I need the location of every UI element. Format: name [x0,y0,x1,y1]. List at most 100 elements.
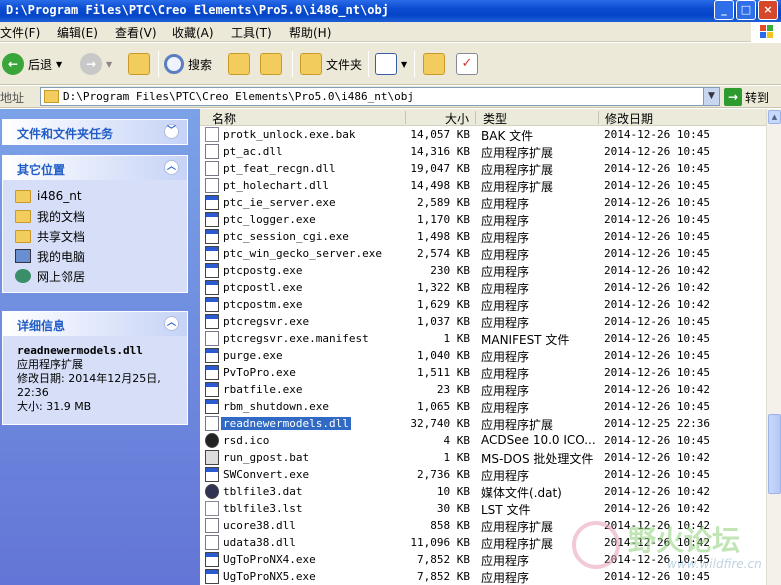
collapse-chevron-icon[interactable]: ︿ [164,316,179,331]
file-type: 应用程序 [481,265,530,279]
folder-options-button[interactable] [423,52,445,76]
file-row[interactable]: SWConvert.exe 2,736 KB 应用程序 2014-12-26 10:4… [200,466,766,483]
exe-file-icon [205,229,219,244]
column-size[interactable]: 大小 [445,110,469,127]
file-name: ptc_session_cgi.exe [223,230,349,243]
place-label: 我的文档 [37,209,86,224]
details-type: 应用程序扩展 [17,358,83,371]
collapse-chevron-icon[interactable]: ︿ [164,160,179,175]
file-row[interactable]: ptc_session_cgi.exe 1,498 KB 应用程序 2014-12-2… [200,228,766,245]
menu-help[interactable]: 帮助(H) [289,24,331,41]
go-button[interactable]: → 转到 [724,87,769,107]
expand-chevron-icon[interactable]: ﹀ [164,124,179,139]
address-path: D:\Program Files\PTC\Creo Elements\Pro5.… [63,90,414,103]
file-type: 应用程序 [481,282,530,296]
menu-view[interactable]: 查看(V) [115,24,157,41]
place-shared-documents[interactable]: 共享文档 [15,226,187,246]
file-row[interactable]: pt_ac.dll 14,316 KB 应用程序扩展 2014-12-26 10:45 [200,143,766,160]
file-row[interactable]: run_gpost.bat 1 KB MS-DOS 批处理文件 2014-12-26 … [200,449,766,466]
column-date[interactable]: 修改日期 [605,110,653,127]
file-row[interactable]: rsd.ico 4 KB ACDSee 10.0 ICO... 2014-12-26 … [200,432,766,449]
file-row[interactable]: ptc_logger.exe 1,170 KB 应用程序 2014-12-26 10:… [200,211,766,228]
menu-edit[interactable]: 编辑(E) [57,24,98,41]
menu-favorites[interactable]: 收藏(A) [172,24,214,41]
file-row[interactable]: purge.exe 1,040 KB 应用程序 2014-12-26 10:45 [200,347,766,364]
file-name: ucore38.dll [223,519,296,532]
exe-file-icon [205,314,219,329]
views-grid-icon [375,53,397,75]
file-name: ptcregsvr.exe.manifest [223,332,369,345]
file-row[interactable]: ptcpostl.exe 1,322 KB 应用程序 2014-12-26 10:42 [200,279,766,296]
forward-button[interactable]: → ▼ [80,52,112,76]
address-input[interactable]: D:\Program Files\PTC\Creo Elements\Pro5.… [40,87,720,106]
place-i486-nt[interactable]: i486_nt [15,186,187,206]
back-dropdown-icon[interactable]: ▼ [56,60,62,69]
file-row[interactable]: rbatfile.exe 23 KB 应用程序 2014-12-26 10:42 [200,381,766,398]
file-type: 应用程序 [481,197,530,211]
folders-button[interactable]: 文件夹 [300,52,362,76]
dll-file-icon [205,178,219,193]
toolbar-separator [368,51,369,77]
other-places-header[interactable]: 其它位置 ︿ [3,156,187,180]
file-row[interactable]: ptcpostg.exe 230 KB 应用程序 2014-12-26 10:42 [200,262,766,279]
dat-file-icon [205,484,219,499]
place-my-documents[interactable]: 我的文档 [15,206,187,226]
folder-options-icon [423,53,445,75]
copy-to-button[interactable] [260,52,282,76]
menu-file[interactable]: 文件(F) [0,24,40,41]
file-row[interactable]: rbm_shutdown.exe 1,065 KB 应用程序 2014-12-26 1… [200,398,766,415]
column-divider[interactable] [598,111,599,124]
file-row[interactable]: pt_holechart.dll 14,498 KB 应用程序扩展 2014-12-2… [200,177,766,194]
column-type[interactable]: 类型 [483,110,507,127]
menu-bar: 文件(F) 编辑(E) 查看(V) 收藏(A) 工具(T) 帮助(H) [0,22,781,42]
scroll-up-arrow-icon[interactable]: ▲ [768,110,781,124]
maximize-button[interactable]: □ [736,0,756,20]
minimize-button[interactable]: _ [714,0,734,20]
search-button[interactable]: 搜索 [164,52,212,76]
up-button[interactable] [128,52,150,76]
file-row[interactable]: ptcregsvr.exe.manifest 1 KB MANIFEST 文件 201… [200,330,766,347]
file-row[interactable]: ptcpostm.exe 1,629 KB 应用程序 2014-12-26 10:42 [200,296,766,313]
views-dropdown-icon[interactable]: ▼ [401,60,407,69]
file-row[interactable]: protk_unlock.exe.bak 14,057 KB BAK 文件 2014-… [200,126,766,143]
column-divider[interactable] [475,111,476,124]
file-size: 2,736 KB [417,468,470,481]
file-type: 应用程序 [481,469,530,483]
place-my-computer[interactable]: 我的电脑 [15,246,187,266]
file-size: 1,322 KB [417,281,470,294]
details-header[interactable]: 详细信息 ︿ [3,312,187,336]
file-type: 应用程序扩展 [481,537,554,551]
file-row[interactable]: ptc_ie_server.exe 2,589 KB 应用程序 2014-12-26 … [200,194,766,211]
file-type: 应用程序 [481,214,530,228]
column-divider[interactable] [405,111,406,124]
file-size: 1,040 KB [417,349,470,362]
file-name: UgToProNX5.exe [223,570,316,583]
views-button[interactable]: ▼ [375,52,407,76]
file-row[interactable]: PvToPro.exe 1,511 KB 应用程序 2014-12-26 10:45 [200,364,766,381]
scrollbar-thumb[interactable] [768,414,781,494]
task-pane: 文件和文件夹任务 ﹀ 其它位置 ︿ i486_nt 我的文档 共享文档 我的电脑… [0,109,200,585]
file-type: 应用程序扩展 [481,418,554,432]
back-button[interactable]: ← 后退 ▼ [2,52,62,76]
move-to-button[interactable] [228,52,250,76]
file-type: 应用程序 [481,350,530,364]
file-type: 应用程序 [481,554,530,568]
menu-tools[interactable]: 工具(T) [231,24,272,41]
file-date: 2014-12-26 10:45 [604,213,710,226]
forward-dropdown-icon[interactable]: ▼ [106,60,112,69]
close-button[interactable]: × [758,0,778,20]
address-dropdown-icon[interactable]: ▼ [703,88,719,105]
file-row[interactable]: ptc_win_gecko_server.exe 2,574 KB 应用程序 2014… [200,245,766,262]
file-size: 14,057 KB [410,128,470,141]
file-row[interactable]: readnewermodels.dll 32,740 KB 应用程序扩展 2014-1… [200,415,766,432]
file-tasks-header[interactable]: 文件和文件夹任务 ﹀ [3,120,187,144]
file-row[interactable]: pt_feat_recgn.dll 19,047 KB 应用程序扩展 2014-12-… [200,160,766,177]
properties-button[interactable]: ✓ [456,52,478,76]
file-row[interactable]: tblfile3.dat 10 KB 媒体文件(.dat) 2014-12-26 10… [200,483,766,500]
column-name[interactable]: 名称 [212,110,236,127]
vertical-scrollbar[interactable]: ▲ [766,109,781,585]
search-icon [164,54,184,74]
place-network[interactable]: 网上邻居 [15,266,187,286]
file-row[interactable]: ptcregsvr.exe 1,037 KB 应用程序 2014-12-26 10:4… [200,313,766,330]
copy-to-icon [260,53,282,75]
